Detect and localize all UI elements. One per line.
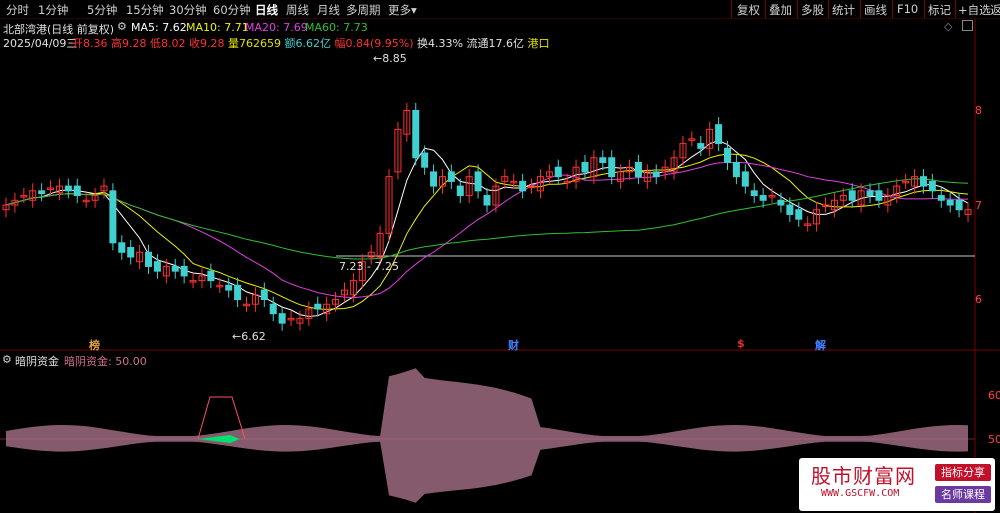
low-annotation: ←6.62 <box>232 330 266 343</box>
candle-body <box>118 242 126 253</box>
ma10-line <box>5 153 969 310</box>
event-badge-dividend[interactable]: $ <box>737 337 745 350</box>
candle-body <box>937 195 945 201</box>
candle-body <box>919 176 927 187</box>
indicator-share-link[interactable]: 指标分享 <box>935 464 991 481</box>
candle-body <box>207 270 215 282</box>
low-annotation-value: 6.62 <box>241 330 266 343</box>
candle-body <box>430 171 438 187</box>
watermark-url: WWW.GSCFW.COM <box>821 488 900 499</box>
candle-body <box>483 195 491 206</box>
candle-body <box>741 171 749 187</box>
candle-body <box>732 161 740 178</box>
candle-body <box>875 190 883 201</box>
candle-body <box>928 180 936 192</box>
high-annotation: ←8.85 <box>373 52 407 65</box>
indicator-name[interactable]: 暗阴资金 <box>15 353 59 369</box>
candle-body <box>225 284 233 291</box>
candle-body <box>180 265 188 277</box>
teacher-course-link[interactable]: 名师课程 <box>935 486 991 503</box>
candle-body <box>652 171 660 178</box>
candle-body <box>955 199 963 211</box>
candle-body <box>145 251 153 267</box>
candle-body <box>795 209 803 220</box>
watermark-logo: 股市财富网 WWW.GSCFW.COM 指标分享 名师课程 <box>799 458 995 511</box>
axis-label-6: 6 <box>975 293 982 306</box>
indicator-axis-60: 60 <box>988 389 1000 402</box>
watermark-title: 股市财富网 <box>811 464 916 488</box>
candle-body <box>260 289 268 300</box>
indicator-gear-icon[interactable]: ⚙ <box>2 353 12 366</box>
ma20-line <box>5 162 969 299</box>
candle-body <box>109 190 117 244</box>
candle-body <box>447 171 455 182</box>
axis-label-7: 7 <box>975 199 982 212</box>
candle-body <box>599 157 607 163</box>
ma5-line <box>5 140 969 318</box>
candle-body <box>127 247 135 258</box>
event-badge-bang[interactable]: 榜 <box>89 337 100 353</box>
candle-body <box>634 161 642 178</box>
candle-body <box>777 199 785 206</box>
candle-body <box>269 303 277 315</box>
event-badge-unlock[interactable]: 解 <box>815 337 826 353</box>
candle-body <box>153 261 161 272</box>
candle-body <box>866 190 874 197</box>
candle-body <box>946 199 954 206</box>
candle-body <box>786 204 794 215</box>
kline-chart[interactable] <box>0 0 1000 513</box>
candle-body <box>848 190 856 201</box>
candle-body <box>697 143 705 149</box>
range-annotation: 7.23 - 7.25 <box>339 260 399 273</box>
candle-body <box>456 185 464 197</box>
candle-body <box>474 171 482 192</box>
candle-body <box>554 166 562 178</box>
indicator-axis-50: 50 <box>988 433 1000 446</box>
candle-body <box>750 190 758 197</box>
candle-body <box>715 124 723 145</box>
candle-body <box>278 313 286 324</box>
event-badge-finance[interactable]: 财 <box>508 337 519 353</box>
candle-body <box>519 180 527 192</box>
candle-body <box>38 190 46 195</box>
candle-body <box>73 185 81 197</box>
candle-body <box>724 147 731 163</box>
candle-body <box>64 185 72 192</box>
candle-body <box>314 303 322 310</box>
candle-body <box>581 161 589 173</box>
candle-body <box>234 284 242 301</box>
axis-label-8: 8 <box>975 104 982 117</box>
indicator-value: 暗阴资金: 50.00 <box>64 355 147 368</box>
candle-body <box>608 157 616 178</box>
candle-body <box>759 195 767 201</box>
candle-body <box>421 152 429 168</box>
candle-body <box>171 265 179 272</box>
high-annotation-value: 8.85 <box>382 52 407 65</box>
candle-body <box>412 110 420 159</box>
